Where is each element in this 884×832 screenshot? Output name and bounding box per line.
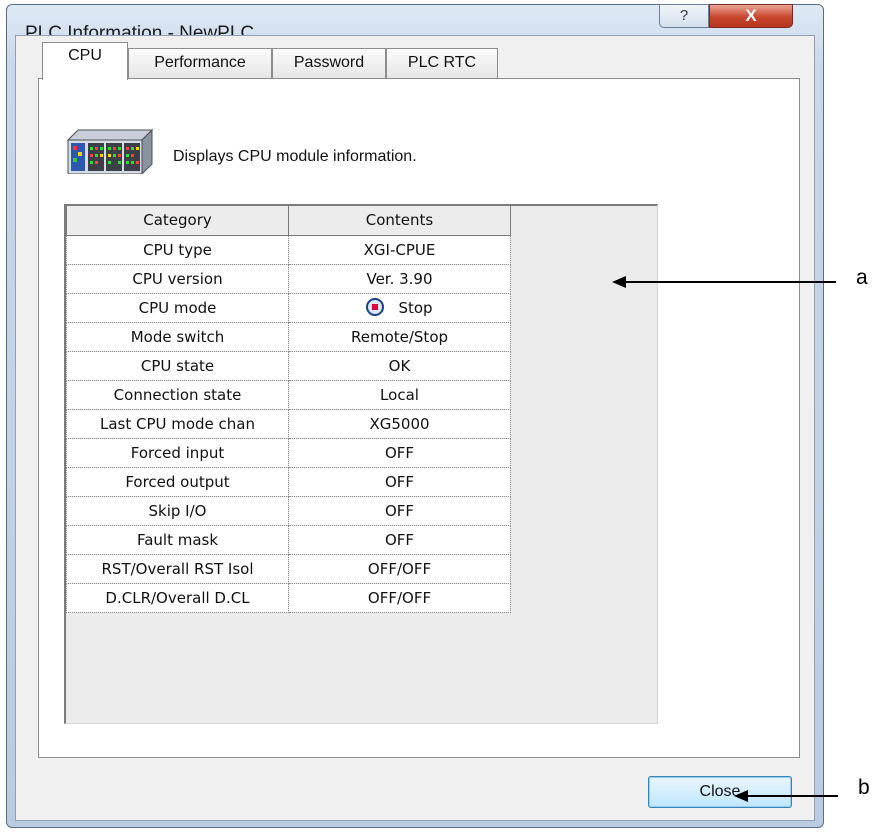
row-category: Skip I/O [66, 495, 289, 526]
help-icon: ? [679, 7, 689, 24]
row-contents: Remote/Stop [288, 321, 511, 352]
row-category: Forced input [66, 437, 289, 468]
callout-b-label: b [858, 776, 870, 799]
close-icon: X [745, 6, 757, 25]
table-row[interactable]: Forced input OFF [66, 437, 511, 468]
cpu-info-grid: Category Contents CPU type XGI-CPUE CPU v… [66, 206, 511, 613]
table-row[interactable]: RST/Overall RST Isol OFF/OFF [66, 553, 511, 584]
table-row[interactable]: Last CPU mode chan XG5000 [66, 408, 511, 439]
row-category: CPU state [66, 350, 289, 381]
row-category: RST/Overall RST Isol [66, 553, 289, 584]
header-category[interactable]: Category [66, 206, 289, 236]
row-category: Fault mask [66, 524, 289, 555]
row-category: D.CLR/Overall D.CL [66, 582, 289, 613]
row-contents: OK [288, 350, 511, 381]
callout-a-line [624, 281, 836, 283]
table-row[interactable]: CPU mode Stop [66, 292, 511, 323]
row-contents: Stop [288, 292, 511, 323]
row-contents: XG5000 [288, 408, 511, 439]
header-contents[interactable]: Contents [288, 206, 511, 236]
table-row[interactable]: CPU state OK [66, 350, 511, 381]
grid-header-row: Category Contents [66, 206, 511, 236]
row-contents: Local [288, 379, 511, 410]
table-row[interactable]: CPU version Ver. 3.90 [66, 263, 511, 294]
tab-cpu[interactable]: CPU [42, 42, 128, 80]
row-contents: Ver. 3.90 [288, 263, 511, 294]
row-contents: OFF [288, 466, 511, 497]
row-category: Forced output [66, 466, 289, 497]
row-category: CPU version [66, 263, 289, 294]
window-close-button[interactable]: X [709, 4, 793, 28]
tab-performance[interactable]: Performance [128, 48, 272, 78]
close-button[interactable]: Close [648, 776, 792, 808]
row-category: CPU mode [66, 292, 289, 323]
table-row[interactable]: CPU type XGI-CPUE [66, 234, 511, 265]
table-row[interactable]: Forced output OFF [66, 466, 511, 497]
callout-a-label: a [856, 266, 868, 289]
cpu-module-icon [66, 128, 154, 174]
row-contents: OFF [288, 495, 511, 526]
table-row[interactable]: Fault mask OFF [66, 524, 511, 555]
row-category: Last CPU mode chan [66, 408, 289, 439]
stop-icon [366, 298, 385, 316]
row-contents: OFF [288, 437, 511, 468]
row-contents: OFF/OFF [288, 553, 511, 584]
table-row[interactable]: Mode switch Remote/Stop [66, 321, 511, 352]
row-category: CPU type [66, 234, 289, 265]
row-category: Connection state [66, 379, 289, 410]
table-row[interactable]: Connection state Local [66, 379, 511, 410]
tab-password[interactable]: Password [272, 48, 386, 78]
tab-plc-rtc[interactable]: PLC RTC [386, 48, 498, 78]
help-button[interactable]: ? [659, 4, 709, 28]
row-contents: XGI-CPUE [288, 234, 511, 265]
row-contents: OFF [288, 524, 511, 555]
row-contents: OFF/OFF [288, 582, 511, 613]
cpu-mode-value: Stop [398, 299, 433, 317]
panel-description: Displays CPU module information. [173, 148, 417, 165]
callout-b-line [746, 795, 838, 797]
table-row[interactable]: D.CLR/Overall D.CL OFF/OFF [66, 582, 511, 613]
row-category: Mode switch [66, 321, 289, 352]
table-row[interactable]: Skip I/O OFF [66, 495, 511, 526]
